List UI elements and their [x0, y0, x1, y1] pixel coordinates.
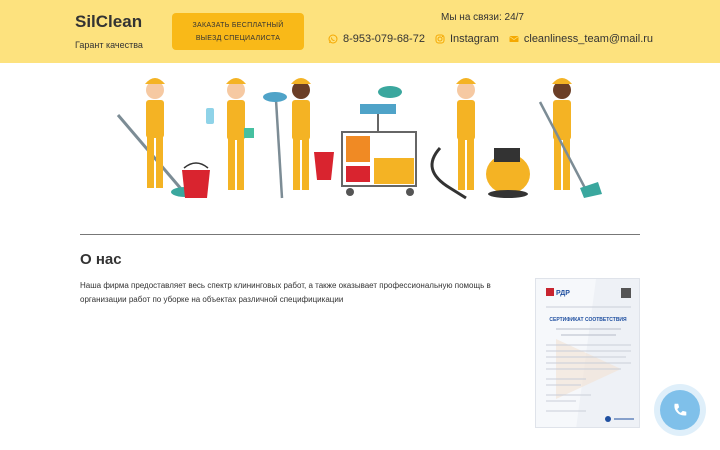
envelope-icon [509, 36, 519, 42]
cleaning-cart [341, 86, 417, 196]
certificate-logo: РДР [556, 290, 570, 297]
about-text: Наша фирма предоставляет весь спектр кли… [80, 281, 491, 304]
cleaners-illustration [116, 78, 602, 200]
phone-icon [674, 403, 687, 416]
instagram-icon [435, 34, 445, 44]
cleaner-with-mop [116, 78, 210, 198]
instagram-label: Instagram [449, 33, 499, 45]
site-header: SilClean Гарант качества ЗАКАЗАТЬ БЕСПЛА… [0, 0, 720, 63]
cleaner-with-spray [206, 78, 254, 190]
certificate-image[interactable]: РДР СЕРТИФИКАТ СООТВЕТСТВИЯ [535, 278, 640, 428]
contact-title: Мы на связи: 24/7 [441, 12, 524, 23]
order-specialist-button[interactable]: ЗАКАЗАТЬ БЕСПЛАТНЫЙ ВЫЕЗД СПЕЦИАЛИСТА [172, 13, 304, 50]
email-link[interactable]: cleanliness_team@mail.ru [509, 33, 653, 45]
phone-number: 8-953-079-68-72 [343, 33, 425, 45]
certificate-title: СЕРТИФИКАТ СООТВЕТСТВИЯ [549, 317, 627, 323]
phone-link[interactable]: 8-953-079-68-72 [328, 33, 425, 45]
about-title: О нас [80, 251, 122, 268]
certificate-graphic: РДР СЕРТИФИКАТ СООТВЕТСТВИЯ [546, 279, 639, 427]
contacts-bar: 8-953-079-68-72 Instagram cleanliness_te… [328, 33, 653, 45]
brand-logo[interactable]: SilClean [75, 12, 142, 32]
call-button[interactable] [660, 390, 700, 430]
email-address: cleanliness_team@mail.ru [523, 33, 654, 45]
cleaner-with-floor-mop [538, 78, 602, 198]
cleaner-with-vacuum [430, 78, 530, 200]
cleaner-with-duster [263, 78, 334, 199]
section-divider [80, 234, 640, 235]
brand-tagline: Гарант качества [75, 40, 143, 50]
instagram-link[interactable]: Instagram [435, 33, 499, 45]
whatsapp-icon [328, 34, 338, 44]
